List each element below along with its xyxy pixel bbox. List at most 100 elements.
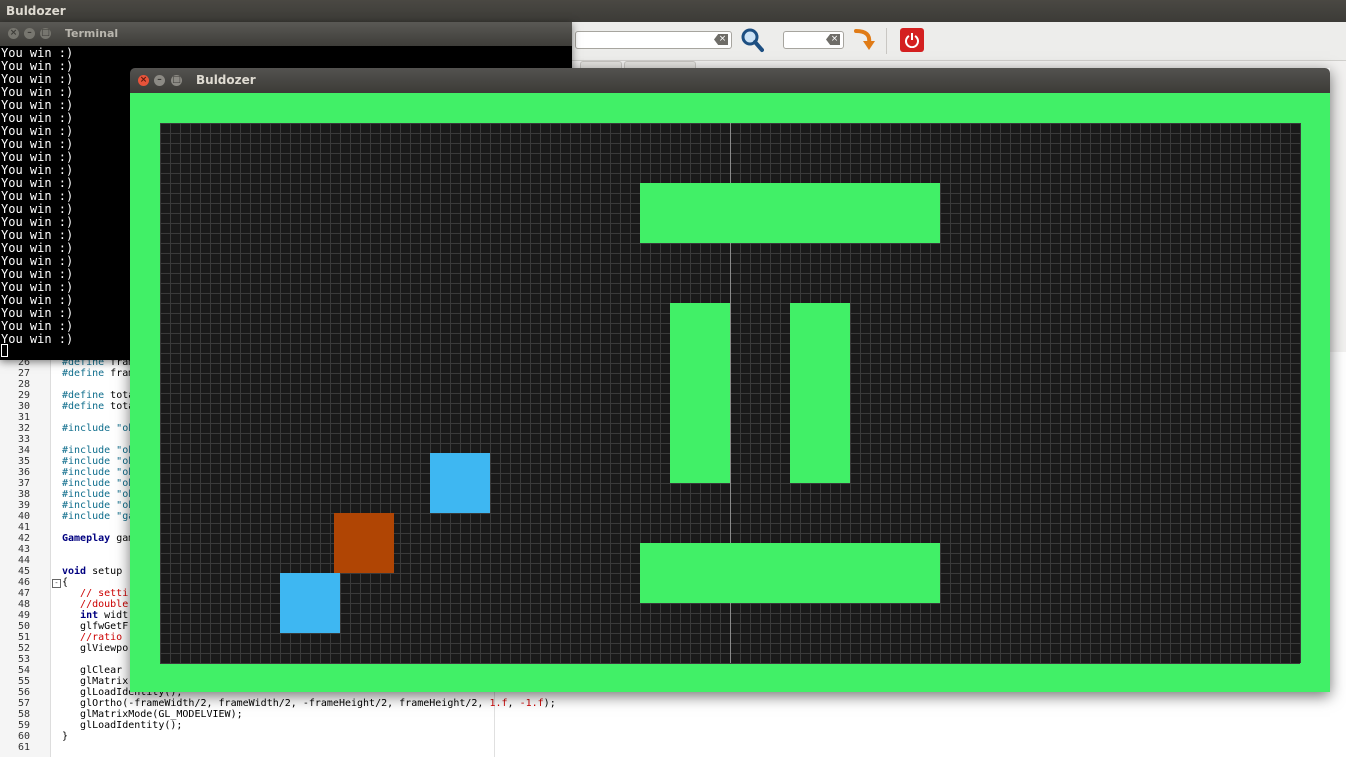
line-number: 39 — [17, 500, 30, 511]
code-token: glfwGetF — [62, 621, 129, 632]
line-number: 40 — [17, 511, 30, 522]
code-text: void setup ( — [62, 566, 134, 577]
code-token: #define — [62, 390, 105, 401]
wall-block — [670, 303, 730, 483]
fold-toggle-icon[interactable]: - — [52, 579, 61, 588]
code-token: #include "ob — [62, 423, 135, 434]
line-number: 28 — [17, 379, 30, 390]
line-number: 37 — [17, 478, 30, 489]
line-number: 57 — [17, 698, 30, 709]
code-text: glOrtho(-frameWidth/2, frameWidth/2, -fr… — [62, 698, 556, 709]
line-number: 52 — [17, 643, 30, 654]
terminal-title: Terminal — [65, 27, 119, 40]
code-token: glMatrixMode(GL_MODELVIEW); — [62, 709, 243, 720]
code-text: glLoadIdentity(); — [62, 720, 182, 731]
code-text: glClear — [62, 665, 122, 676]
line-number: 56 — [17, 687, 30, 698]
close-icon[interactable]: × — [8, 28, 19, 39]
line-number: 35 — [17, 456, 30, 467]
line-number: 42 — [17, 533, 30, 544]
quit-power-icon[interactable] — [900, 28, 924, 52]
line-number: 60 — [17, 731, 30, 742]
line-number: 53 — [17, 654, 30, 665]
code-text: #define tota — [62, 401, 134, 412]
maximize-icon[interactable]: □ — [40, 28, 51, 39]
line-number: 50 — [17, 621, 30, 632]
line-number: 59 — [17, 720, 30, 731]
maximize-icon[interactable]: □ — [171, 75, 182, 86]
code-text: glfwGetF — [62, 621, 128, 632]
terminal-titlebar[interactable]: × – □ Terminal — [0, 22, 572, 46]
code-text: glViewpo — [62, 643, 128, 654]
goto-line-input[interactable]: × — [783, 31, 844, 49]
code-token: #include "ob — [62, 456, 135, 467]
terminal-line: You win :) — [1, 332, 74, 346]
wall-block — [790, 303, 850, 483]
search-input[interactable]: × — [575, 31, 732, 49]
code-token: #define — [62, 401, 105, 412]
code-token: Gameplay — [62, 533, 111, 544]
code-text: #include "ob — [62, 489, 134, 500]
code-token: setup ( — [86, 566, 135, 577]
code-token: widt — [98, 610, 129, 621]
code-text: #include "ga — [62, 511, 134, 522]
code-token: //ratio — [62, 632, 123, 643]
line-number: 46 — [17, 577, 30, 588]
minimize-icon[interactable]: – — [154, 75, 165, 86]
code-token: } — [62, 731, 69, 742]
code-token: , — [507, 698, 520, 709]
line-number: 38 — [17, 489, 30, 500]
code-token: { — [62, 577, 69, 588]
jump-arrow-icon[interactable] — [851, 27, 877, 53]
game-canvas[interactable] — [130, 93, 1330, 692]
code-text: int widt — [62, 610, 128, 621]
clear-goto-icon[interactable]: × — [826, 34, 840, 45]
code-token: // setti — [62, 588, 129, 599]
line-number: 48 — [17, 599, 30, 610]
code-text: #include "ob — [62, 445, 134, 456]
code-token: //double — [62, 599, 129, 610]
close-icon[interactable]: × — [138, 75, 149, 86]
code-token: -1.f — [519, 698, 544, 709]
line-number: 33 — [17, 434, 30, 445]
code-text: { — [62, 577, 68, 588]
code-text: } — [62, 731, 68, 742]
line-number: 44 — [17, 555, 30, 566]
code-token: 1.f — [489, 698, 508, 709]
code-token: void — [62, 566, 87, 577]
game-board[interactable] — [130, 93, 1330, 692]
code-token: ); — [543, 698, 556, 709]
game-window-title: Buldozer — [196, 73, 256, 87]
pushable-box — [280, 573, 340, 633]
code-text: #include "ob — [62, 423, 134, 434]
line-number: 54 — [17, 665, 30, 676]
line-number: 51 — [17, 632, 30, 643]
code-text: #include "ob — [62, 456, 134, 467]
code-token: #define — [62, 368, 105, 379]
clear-search-icon[interactable]: × — [714, 34, 728, 45]
line-number: 31 — [17, 412, 30, 423]
line-number: 41 — [17, 522, 30, 533]
code-token: #include "ob — [62, 467, 135, 478]
code-text: Gameplay gam — [62, 533, 134, 544]
line-number: 29 — [17, 390, 30, 401]
line-number: 30 — [17, 401, 30, 412]
code-text: #include "ob — [62, 467, 134, 478]
code-token: #include "ga — [62, 511, 135, 522]
code-text: glMatrix — [62, 676, 128, 687]
game-window[interactable]: × – □ Buldozer — [130, 68, 1330, 692]
search-icon[interactable] — [740, 27, 764, 53]
code-token: #include "ob — [62, 478, 135, 489]
desktop-app-title: Buldozer — [6, 4, 66, 18]
code-token: glLoadIdentity(); — [62, 720, 183, 731]
code-token: #include "ob — [62, 445, 135, 456]
code-text: //double — [62, 599, 128, 610]
code-token: #include "ob — [62, 489, 135, 500]
code-text: //ratio — [62, 632, 122, 643]
minimize-icon[interactable]: – — [24, 28, 35, 39]
line-number: 34 — [17, 445, 30, 456]
line-number: 55 — [17, 676, 30, 687]
game-titlebar[interactable]: × – □ Buldozer — [130, 68, 1330, 93]
code-text: #include "ob — [62, 500, 134, 511]
